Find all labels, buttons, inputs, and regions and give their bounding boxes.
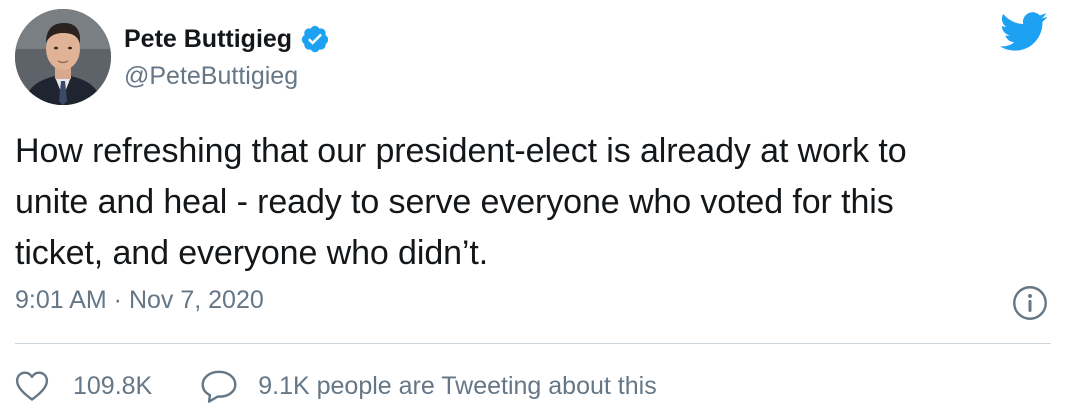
timestamp-separator: · xyxy=(106,286,129,314)
tweeting-about-text[interactable]: 9.1K people are Tweeting about this xyxy=(258,372,656,401)
avatar[interactable] xyxy=(15,9,111,105)
like-action[interactable]: 109.8K xyxy=(15,370,200,402)
tweet-timestamp[interactable]: 9:01 AM · Nov 7, 2020 xyxy=(15,286,264,315)
user-handle[interactable]: @PeteButtigieg xyxy=(124,62,298,91)
comment-bubble-icon[interactable] xyxy=(200,369,238,403)
profile-photo xyxy=(15,9,111,105)
divider xyxy=(15,343,1051,344)
tweet-text-line: How refreshing that our president-elect … xyxy=(15,132,907,170)
engagement-bar: 109.8K 9.1K people are Tweeting about th… xyxy=(15,364,657,408)
like-count[interactable]: 109.8K xyxy=(73,372,152,401)
tweet-text-line: ticket, and everyone who didn’t. xyxy=(15,234,489,272)
tweet-date[interactable]: Nov 7, 2020 xyxy=(129,286,264,315)
heart-icon[interactable] xyxy=(15,370,49,402)
verified-badge-icon xyxy=(301,25,329,53)
author-name-row[interactable]: Pete Buttigieg xyxy=(124,21,330,57)
tweet-text: How refreshing that our president-elect … xyxy=(15,126,1055,279)
twitter-bird-icon[interactable] xyxy=(1000,12,1048,52)
info-icon[interactable] xyxy=(1012,285,1048,321)
tweet-text-line: unite and heal - ready to serve everyone… xyxy=(15,183,894,221)
display-name[interactable]: Pete Buttigieg xyxy=(124,25,292,54)
tweet-time[interactable]: 9:01 AM xyxy=(15,286,107,315)
tweeting-about-link[interactable]: 9.1K people are Tweeting about this xyxy=(200,369,657,403)
